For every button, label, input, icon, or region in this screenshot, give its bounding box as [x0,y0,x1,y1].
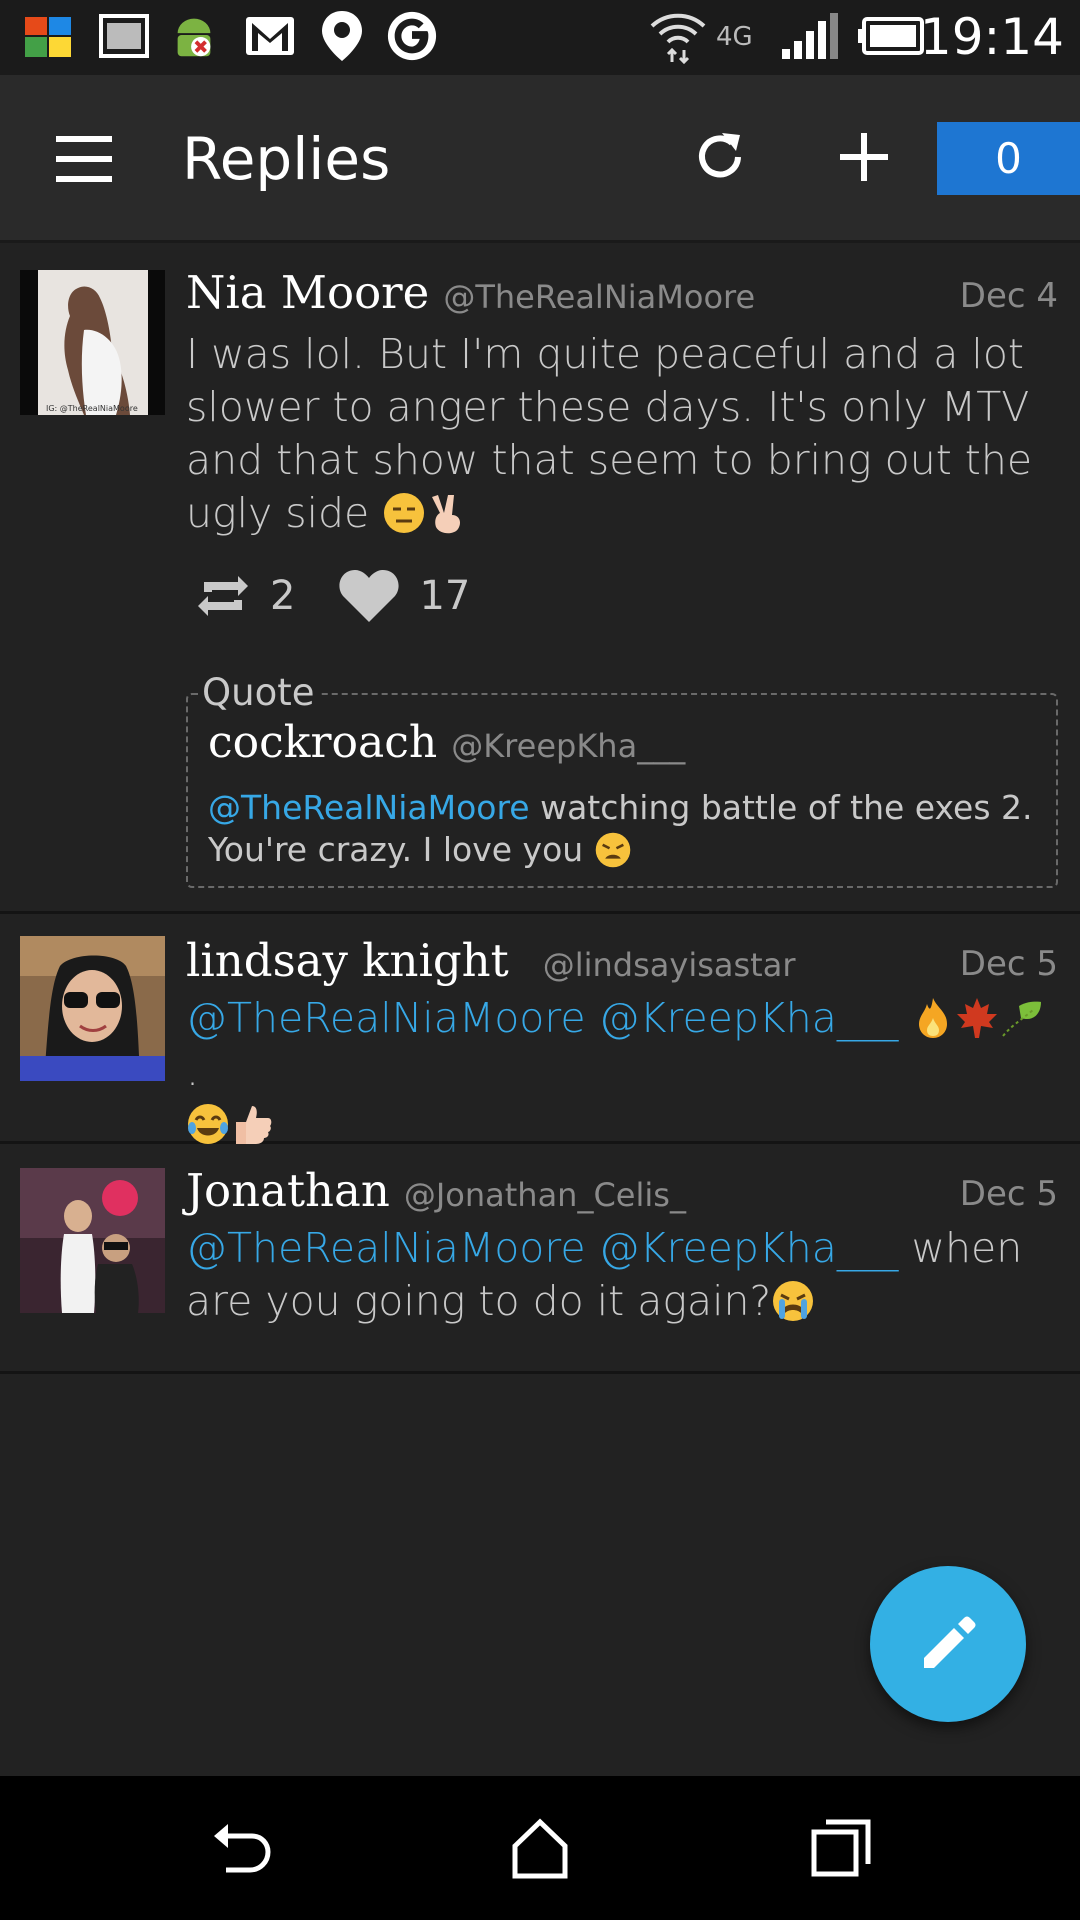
avg-app-icon [22,10,74,62]
battery-icon [856,10,926,62]
author-name[interactable]: Nia Moore @TheRealNiaMoore [186,266,755,319]
menu-icon[interactable] [50,132,120,186]
author-handle: @TheRealNiaMoore [443,278,756,316]
google-icon [386,10,438,62]
location-pin-icon [316,10,368,62]
fire-icon [919,998,948,1038]
tweet-item[interactable]: Jonathan @Jonathan_Celis_ Dec 5 @TheRealN… [0,1144,1080,1374]
notification-count-badge[interactable]: 0 [937,122,1080,195]
avatar[interactable]: IG: @TheRealNiaMoore [20,270,165,415]
tweet-text-content: I was lol. But I'm quite peaceful and a … [186,330,1033,537]
tweet-text: I was lol. But I'm quite peaceful and a … [186,328,1056,540]
author-handle: @lindsayisastar [542,946,796,984]
signal-icon [780,10,840,62]
tweet-actions: 2 17 [194,566,512,626]
clock: 19:14 [919,8,1064,66]
author-name[interactable]: Jonathan @Jonathan_Celis_ [186,1164,686,1217]
wifi-icon [648,10,708,64]
author-name-text: Nia Moore [186,266,430,319]
mention-link[interactable]: @TheRealNiaMoore [186,994,586,1042]
trailing-punctuation: . [186,1047,200,1095]
replies-feed: IG: @TheRealNiaMoore Nia Moore @TheRealNi… [0,246,1080,1374]
android-debug-icon [168,10,220,62]
unamused-face-icon [384,493,425,533]
home-icon[interactable] [505,1814,575,1884]
tweet-date: Dec 5 [959,1174,1058,1214]
page-title: Replies [182,125,391,193]
victory-hand-icon [432,495,461,534]
network-type-label: 4G [716,22,753,52]
retweet-icon[interactable] [194,568,252,624]
weary-face-icon [595,832,630,868]
thumbs-up-icon [236,1106,272,1144]
app-bar: Replies 0 [0,75,1080,243]
quote-mention-link[interactable]: @TheRealNiaMoore [208,788,530,827]
tears-of-joy-icon [188,1104,228,1144]
system-navigation-bar [0,1776,1080,1920]
tweet-item[interactable]: lindsay knight @lindsayisastar Dec 5 @The… [0,914,1080,1144]
tweet-text: @TheRealNiaMoore @KreepKha___ . [186,992,1056,1151]
compose-button[interactable] [870,1566,1026,1722]
author-name-text: lindsay knight [186,934,509,987]
mention-link[interactable]: @KreepKha___ [599,994,899,1042]
author-name[interactable]: lindsay knight @lindsayisastar [186,934,795,987]
back-icon[interactable] [206,1814,276,1884]
quote-label: Quote [198,671,319,714]
quote-author-handle: @KreepKha___ [451,727,686,765]
tweet-text: @TheRealNiaMoore @KreepKha___ when are y… [186,1222,1056,1328]
gmail-icon [244,10,296,62]
loudly-crying-face-icon [773,1281,814,1321]
author-name-text: Jonathan [186,1164,390,1217]
like-count: 17 [419,573,471,619]
quote-text: @TheRealNiaMoore watching battle of the … [208,787,1048,871]
status-bar: 4G 19:14 [0,0,1080,75]
heart-icon[interactable] [337,568,401,624]
tweet-date: Dec 5 [959,944,1058,984]
avatar-caption: IG: @TheRealNiaMoore [46,404,138,413]
avatar[interactable] [20,936,165,1081]
retweet-count: 2 [270,573,296,619]
tweet-date: Dec 4 [959,276,1058,316]
leaves-icon [1002,1001,1042,1037]
maple-leaf-icon [957,998,998,1038]
quote-author-name: cockroach [208,717,438,768]
quote-author: cockroach @KreepKha___ [208,717,685,768]
quoted-tweet[interactable]: Quote cockroach @KreepKha___ @TheRealNiaM… [186,671,1058,888]
mention-link[interactable]: @TheRealNiaMoore [186,1224,586,1272]
avatar[interactable] [20,1168,165,1313]
pencil-icon [924,1616,976,1668]
recents-icon[interactable] [806,1814,876,1884]
author-handle: @Jonathan_Celis_ [403,1176,686,1214]
image-notification-icon [98,10,150,62]
plus-icon[interactable] [834,127,894,187]
tweet-item[interactable]: IG: @TheRealNiaMoore Nia Moore @TheRealNi… [0,246,1080,914]
mention-link[interactable]: @KreepKha___ [599,1224,899,1272]
refresh-icon[interactable] [690,127,750,187]
